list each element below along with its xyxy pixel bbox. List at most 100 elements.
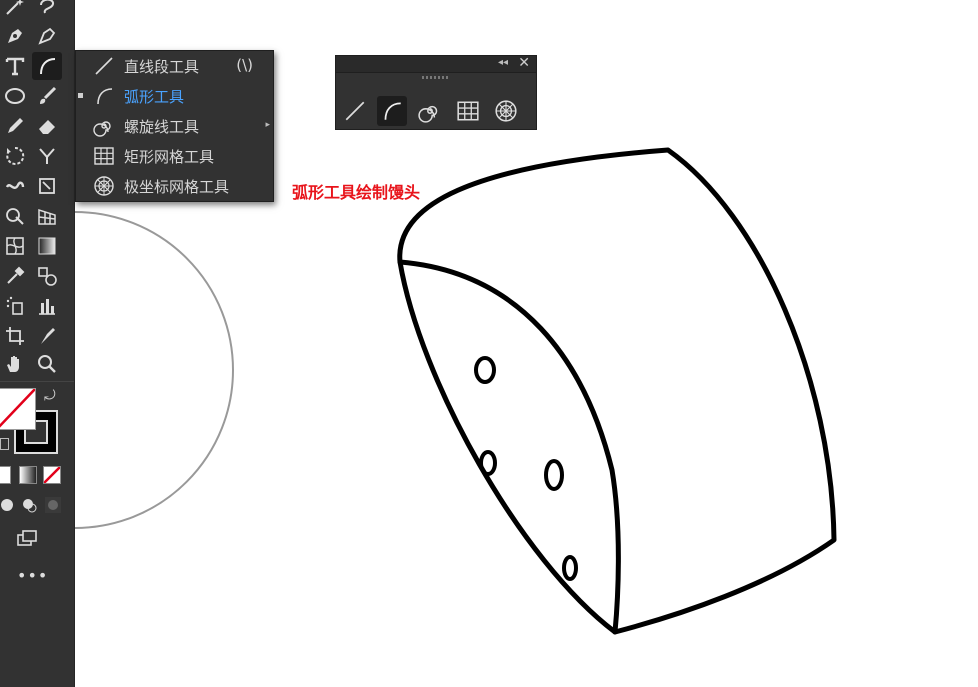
flyout-item-polar-grid[interactable]: 极坐标网格工具 xyxy=(76,171,273,201)
panel-line-segment-button[interactable] xyxy=(340,96,370,126)
panel-header[interactable]: ◂◂ ✕ xyxy=(336,55,536,73)
pencil-icon xyxy=(8,118,23,133)
screen-mode-button[interactable] xyxy=(12,524,42,552)
close-icon[interactable]: ✕ xyxy=(518,55,530,71)
flyout-item-label: 极坐标网格工具 xyxy=(124,178,230,196)
rotate-icon xyxy=(6,146,25,165)
free-transform-icon xyxy=(39,178,55,194)
arc-icon xyxy=(40,58,56,75)
ellipse-tool[interactable] xyxy=(0,82,30,110)
scale-icon xyxy=(39,148,55,164)
flyout-item-label: 弧形工具 xyxy=(124,88,185,106)
drag-grip-icon[interactable] xyxy=(422,76,448,79)
type-icon xyxy=(5,57,25,76)
mesh-icon xyxy=(6,237,24,255)
flyout-item-label: 直线段工具 xyxy=(124,58,200,76)
mesh-tool[interactable] xyxy=(0,232,30,260)
perspective-grid-icon xyxy=(38,208,56,225)
panel-spiral-button[interactable] xyxy=(415,96,445,126)
color-mode-button[interactable] xyxy=(0,466,11,484)
symbol-sprayer-tool[interactable] xyxy=(0,292,30,320)
arc-icon xyxy=(384,102,401,120)
flyout-item-label: 矩形网格工具 xyxy=(124,148,215,166)
column-graph-tool[interactable] xyxy=(32,292,62,320)
slice-tool[interactable] xyxy=(32,322,62,350)
flyout-item-line-segment[interactable]: 直线段工具 (\) xyxy=(76,51,273,81)
panel-polar-grid-button[interactable] xyxy=(491,96,521,126)
pencil-tool[interactable] xyxy=(0,112,30,140)
line-segment-icon xyxy=(345,101,365,121)
slice-knife-icon xyxy=(41,328,55,344)
swap-fill-stroke-icon[interactable]: ⤾ xyxy=(44,388,56,404)
spiral-icon xyxy=(93,121,111,137)
paintbrush-icon xyxy=(40,86,57,104)
column-graph-icon xyxy=(39,299,55,315)
arc-icon xyxy=(97,88,113,105)
artboard-tool[interactable] xyxy=(0,322,30,350)
zoom-tool[interactable] xyxy=(32,350,62,378)
arc-tool-button[interactable] xyxy=(32,52,62,80)
polar-grid-icon xyxy=(94,176,114,196)
pen-icon xyxy=(8,29,22,43)
spiral-icon xyxy=(418,105,438,123)
gradient-mode-button[interactable] xyxy=(19,466,37,484)
collapse-icon[interactable]: ◂◂ xyxy=(498,57,508,68)
lasso-icon xyxy=(40,0,54,14)
flyout-item-spiral[interactable]: 螺旋线工具 ▸ xyxy=(76,111,273,141)
zoom-magnifier-icon xyxy=(38,355,56,373)
shape-builder-icon xyxy=(6,208,24,225)
paintbrush-tool[interactable] xyxy=(32,82,62,110)
eraser-tool[interactable] xyxy=(32,112,62,140)
warp-tool[interactable] xyxy=(0,172,30,200)
blend-tool[interactable] xyxy=(32,262,62,290)
artboard-icon xyxy=(6,327,24,345)
blend-icon xyxy=(38,267,57,286)
eyedropper-icon xyxy=(7,266,25,284)
flyout-item-rect-grid[interactable]: 矩形网格工具 xyxy=(76,141,273,171)
pen-tool[interactable] xyxy=(0,22,30,50)
panel-arc-button[interactable] xyxy=(377,96,407,126)
toolbar-divider xyxy=(0,381,74,382)
curvature-tool[interactable] xyxy=(32,22,62,50)
gradient-tool[interactable] xyxy=(32,232,62,260)
type-tool[interactable] xyxy=(0,52,30,80)
draw-inside-mode[interactable] xyxy=(38,491,68,519)
curvature-pen-icon xyxy=(38,27,56,45)
fill-swatch-none[interactable] xyxy=(0,388,36,430)
perspective-grid-tool[interactable] xyxy=(32,202,62,230)
selected-indicator xyxy=(78,93,83,98)
flyout-item-arc[interactable]: 弧形工具 xyxy=(76,81,273,111)
tools-toolbar: ⤾ ••• xyxy=(0,0,75,687)
scale-tool[interactable] xyxy=(32,142,62,170)
magic-wand-icon xyxy=(6,0,24,15)
lasso-tool[interactable] xyxy=(32,0,62,20)
ellipse-icon xyxy=(5,88,25,104)
more-tools-icon[interactable]: ••• xyxy=(17,566,48,585)
magic-wand-tool[interactable] xyxy=(0,0,30,20)
rotate-tool[interactable] xyxy=(0,142,30,170)
polar-grid-icon xyxy=(495,100,517,122)
free-transform-tool[interactable] xyxy=(32,172,62,200)
gradient-icon xyxy=(38,237,56,255)
draw-behind-icon xyxy=(23,499,37,513)
warp-icon xyxy=(5,181,25,190)
screen-mode-icon xyxy=(17,530,37,546)
arc-tool-flyout-menu: 直线段工具 (\) 弧形工具 螺旋线工具 ▸ 矩形网格工具 极坐标网格工具 xyxy=(75,50,274,202)
none-mode-button[interactable] xyxy=(43,466,61,484)
flyout-item-label: 螺旋线工具 xyxy=(124,118,200,136)
default-colors-icon[interactable] xyxy=(0,438,9,450)
shape-builder-tool[interactable] xyxy=(0,202,30,230)
arc-tools-tearoff-panel[interactable]: ◂◂ ✕ xyxy=(335,55,537,130)
hand-tool[interactable] xyxy=(0,350,30,378)
flyout-item-shortcut: (\) xyxy=(236,56,253,74)
eyedropper-tool[interactable] xyxy=(0,262,30,290)
panel-rect-grid-button[interactable] xyxy=(453,96,483,126)
annotation-text: 弧形工具绘制馒头 xyxy=(292,183,421,202)
bun-drawing xyxy=(397,147,837,635)
rect-grid-icon xyxy=(457,101,479,121)
symbol-sprayer-icon xyxy=(6,296,23,315)
hand-icon xyxy=(7,356,19,372)
line-segment-icon xyxy=(95,57,113,75)
tearoff-arrow-icon[interactable]: ▸ xyxy=(265,120,270,130)
rect-grid-icon xyxy=(94,147,114,165)
